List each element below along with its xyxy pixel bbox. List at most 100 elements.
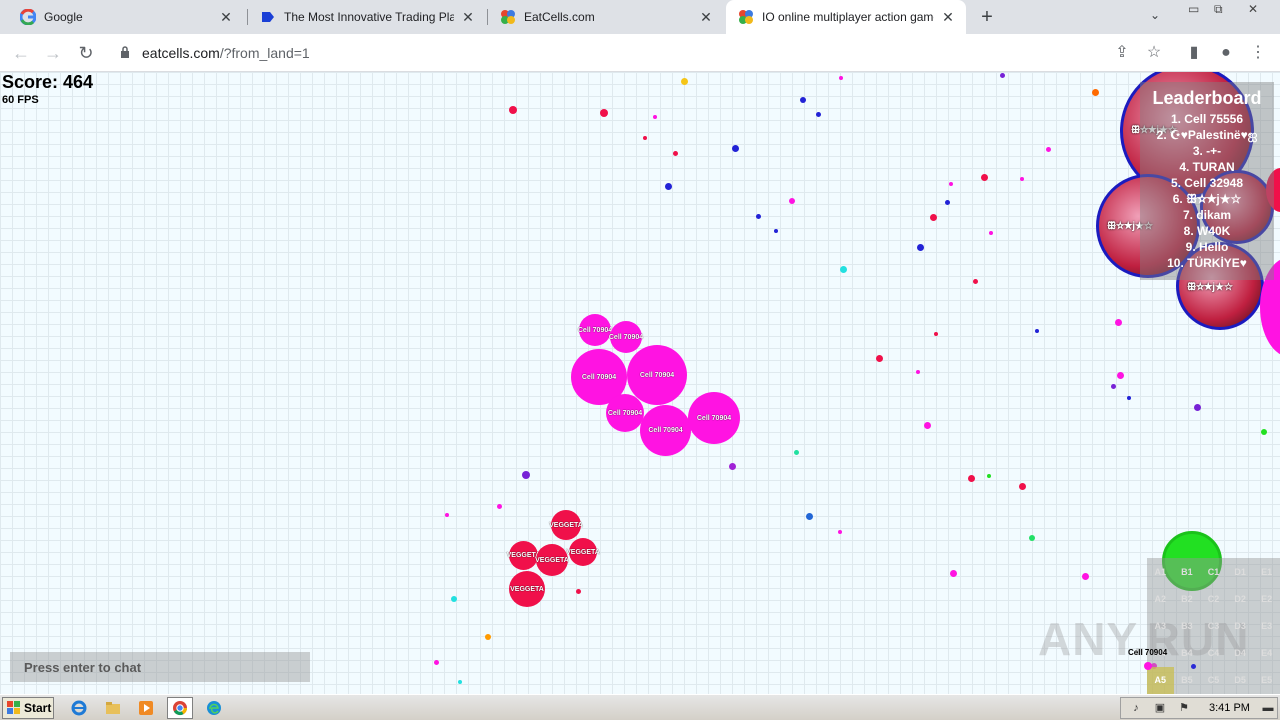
food-pellet (989, 231, 993, 235)
start-button[interactable]: Start (2, 697, 54, 719)
network-icon[interactable]: ▣ (1153, 701, 1167, 715)
food-pellet (916, 243, 924, 251)
lock-icon (121, 46, 129, 58)
windows-taskbar: Start ♪ ▣ ⚑ 3:41 PM ▬ (0, 694, 1280, 720)
food-pellet (755, 213, 761, 219)
food-pellet (815, 111, 821, 117)
close-icon[interactable]: ✕ (460, 9, 476, 25)
tab-label: Google (44, 10, 83, 24)
cell-name: Cell 70904 (607, 409, 643, 417)
food-pellet (949, 182, 953, 186)
food-pellet (929, 213, 937, 221)
food-pellet (458, 680, 462, 684)
game-canvas[interactable]: Score: 464 60 FPS Cell 70904 Cell 70904 … (0, 72, 1280, 694)
enemy-cell: VEGGETA (566, 538, 600, 566)
tab-google[interactable]: Google ✕ (8, 0, 244, 34)
flag-icon[interactable]: ⚑ (1177, 701, 1191, 715)
leaderboard-entry: 9. Hello (1185, 240, 1229, 254)
food-pellet (1081, 572, 1089, 580)
chrome-icon[interactable] (167, 697, 193, 719)
tab-trading-platform[interactable]: The Most Innovative Trading Platform ✕ (248, 0, 486, 34)
leaderboard-list: 1. Cell 75556 2. ☪︎♥Palestinë♥ஐ 3. -+- 4. T… (1140, 111, 1274, 271)
minimap-cell: D3 (1234, 620, 1246, 631)
chat-input[interactable] (10, 652, 310, 682)
food-pellet (972, 278, 978, 284)
enemy-cell: VEGGETA (509, 571, 545, 607)
forward-arrow-icon[interactable]: → (42, 42, 64, 64)
food-pellet (1029, 535, 1035, 541)
url-text: eatcells.com/?from_land=1 (142, 45, 310, 61)
leaderboard-entry: 7. dikam (1182, 208, 1232, 222)
food-pellet (805, 512, 813, 520)
food-pellet (1193, 403, 1201, 411)
volume-icon[interactable]: ♪ (1129, 701, 1143, 715)
close-icon[interactable]: ✕ (218, 9, 234, 25)
google-icon (20, 9, 36, 25)
menu-kebab-icon[interactable]: ⋮ (1248, 43, 1268, 63)
close-icon[interactable]: ✕ (698, 9, 714, 25)
leaderboard-entry: 2. ☪︎♥Palestinë♥ஐ (1156, 128, 1258, 142)
chevron-down-icon[interactable]: ⌄ (1150, 8, 1160, 22)
food-pellet (522, 471, 530, 479)
new-tab-button[interactable]: + (976, 6, 998, 28)
food-pellet (496, 503, 502, 509)
media-player-icon[interactable] (133, 697, 159, 719)
food-pellet (1116, 371, 1124, 379)
cell-name: Cell 70904 (648, 427, 683, 434)
bookmark-star-icon[interactable]: ☆ (1144, 43, 1164, 63)
url-path: /?from_land=1 (219, 45, 310, 61)
food-pellet (980, 173, 988, 181)
minimap-cell: B3 (1181, 620, 1193, 631)
food-pellet (672, 150, 678, 156)
food-pellet (445, 513, 449, 517)
eatcells-icon (738, 9, 754, 25)
edge-icon[interactable] (201, 697, 227, 719)
minimap-cell: E2 (1261, 593, 1273, 604)
food-pellet (1045, 146, 1051, 152)
file-explorer-icon[interactable] (100, 697, 126, 719)
minimap-cell: E5 (1261, 675, 1273, 686)
minimize-icon[interactable]: ▭ (1188, 2, 1199, 16)
browser-toolbar: ← → ↻ eatcells.com/?from_land=1 ⇪ ☆ ▮ ● … (0, 34, 1280, 72)
food-pellet (1018, 482, 1026, 490)
cell-name: ꕥ☆★j★☆ (1187, 281, 1233, 293)
back-arrow-icon[interactable]: ← (10, 42, 32, 64)
minimap-cell: B2 (1181, 593, 1193, 604)
restore-icon[interactable]: ⧉ (1214, 2, 1223, 16)
show-desktop-icon[interactable]: ▬ (1261, 701, 1275, 715)
minimap-player-name: Cell 70904 (1128, 648, 1168, 657)
minimap-cell: E1 (1261, 566, 1273, 577)
food-pellet (838, 530, 842, 534)
close-icon[interactable]: ✕ (940, 9, 956, 25)
cell-name: VEGGETA (566, 548, 600, 556)
minimap-cell: A5 (1147, 666, 1174, 694)
side-panel-icon[interactable]: ▮ (1184, 43, 1204, 63)
leaderboard-entry: 1. Cell 75556 (1170, 112, 1244, 126)
player-cell: Cell 70904 (627, 345, 687, 405)
tab-eatcells[interactable]: EatCells.com ✕ (488, 0, 724, 34)
chat-box[interactable] (10, 652, 310, 682)
close-window-icon[interactable]: ✕ (1248, 2, 1258, 16)
internet-explorer-icon[interactable] (66, 697, 92, 719)
address-bar[interactable]: eatcells.com/?from_land=1 (110, 38, 1175, 68)
cell-name: VEGGETA (510, 585, 544, 593)
food-pellet (944, 199, 950, 205)
food-pellet (664, 182, 672, 190)
player-cell: Cell 70904 (608, 321, 644, 353)
food-pellet (875, 354, 883, 362)
cell-name: Cell 70904 (608, 333, 644, 341)
food-pellet (731, 144, 739, 152)
food-pellet (793, 449, 799, 455)
minimap-cell: A1 (1154, 566, 1167, 577)
food-pellet (1261, 429, 1267, 435)
minimap-cell: C1 (1207, 566, 1220, 577)
share-icon[interactable]: ⇪ (1112, 43, 1132, 63)
reload-icon[interactable]: ↻ (75, 42, 97, 64)
food-pellet (916, 370, 920, 374)
minimap-cell: B5 (1181, 675, 1193, 686)
enemy-cell: VEGGETA (549, 510, 583, 540)
profile-icon[interactable]: ● (1216, 43, 1236, 63)
leaderboard-entry: 6. ꕥ☆★j★☆ (1172, 192, 1242, 206)
start-label: Start (24, 701, 52, 715)
tab-io-game-active[interactable]: IO online multiplayer action game. S ✕ (726, 0, 966, 34)
